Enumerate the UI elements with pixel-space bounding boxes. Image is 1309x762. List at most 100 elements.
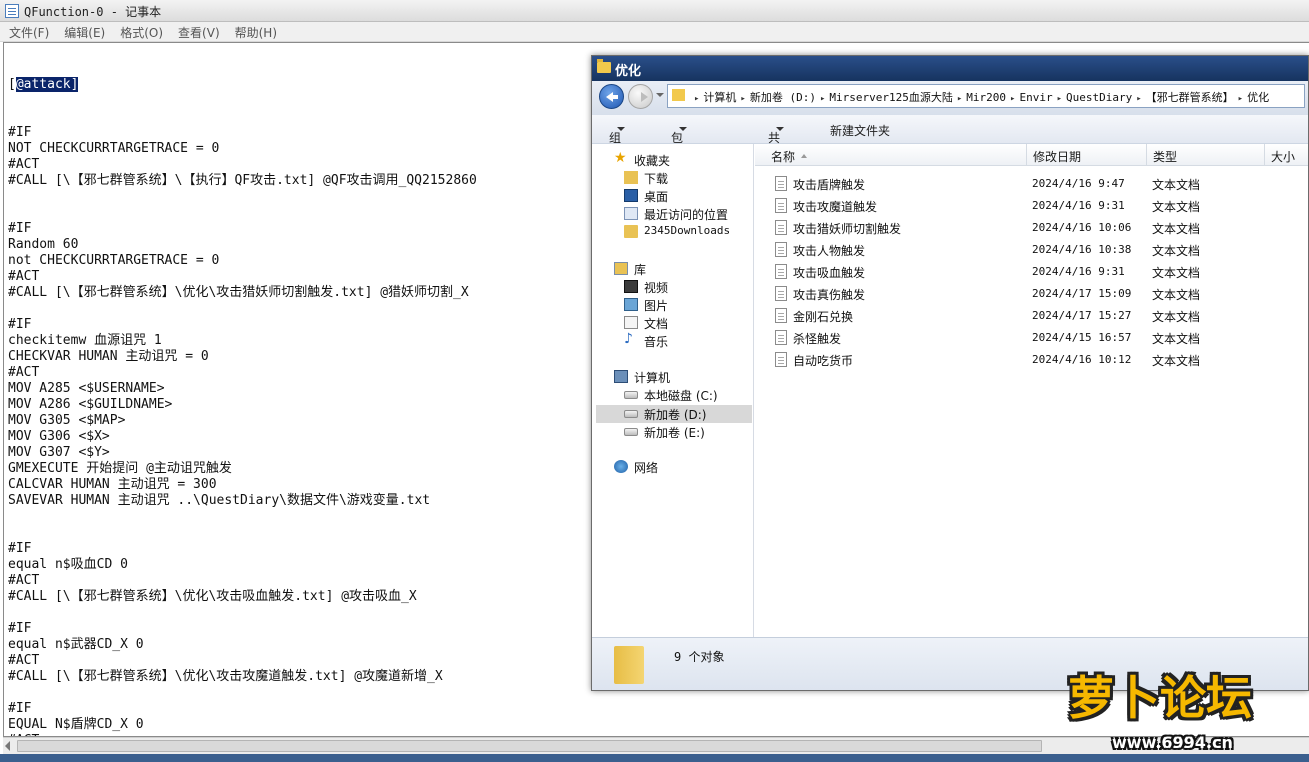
breadcrumb-separator-icon[interactable]: ▸ [953, 94, 966, 104]
breadcrumb-item[interactable]: 新加卷 (D:) [750, 91, 816, 104]
breadcrumb-separator-icon[interactable]: ▸ [1053, 94, 1066, 104]
include-library-button[interactable]: 包含到库中 [671, 122, 687, 213]
file-row[interactable]: 攻击真伤触发 2024/4/17 15:09 文本文档 [755, 284, 1308, 304]
network-icon [614, 460, 628, 473]
file-row[interactable]: 攻击吸血触发 2024/4/16 9:31 文本文档 [755, 262, 1308, 282]
text-line: NOT CHECKCURRTARGETRACE = 0 [8, 141, 220, 156]
text-line: SAVEVAR HUMAN 主动诅咒 ..\QuestDiary\数据文件\游戏… [8, 493, 431, 508]
text-line [8, 605, 477, 621]
file-row[interactable]: 金刚石兑换 2024/4/17 15:27 文本文档 [755, 306, 1308, 326]
menu-view[interactable]: 查看(V) [169, 22, 226, 41]
text-file-icon [775, 264, 787, 279]
file-list-header: 名称 修改日期 类型 大小 [755, 144, 1308, 166]
menu-format[interactable]: 格式(O) [111, 22, 169, 41]
file-row[interactable]: 杀怪触发 2024/4/15 16:57 文本文档 [755, 328, 1308, 348]
breadcrumb-separator-icon[interactable]: ▸ [736, 94, 749, 104]
organize-button[interactable]: 组织 [609, 122, 625, 162]
breadcrumb-item[interactable]: 优化 [1247, 91, 1269, 104]
file-name: 攻击猎妖师切割触发 [793, 222, 902, 236]
menu-file[interactable]: 文件(F) [0, 22, 55, 41]
text-line: MOV G305 <$MAP> [8, 413, 126, 428]
file-name: 攻击吸血触发 [793, 266, 866, 280]
file-type: 文本文档 [1152, 354, 1201, 368]
menu-help[interactable]: 帮助(H) [226, 22, 283, 41]
scrollbar-thumb[interactable] [17, 740, 1042, 752]
explorer-window: 优化 ▸ 计算机 ▸ 新加卷 (D:) ▸ Mirserver125血源大陆 ▸ Mir200… [591, 55, 1309, 691]
text-line: EQUAL N$盾牌CD_X 0 [8, 717, 144, 732]
explorer-title-bar[interactable]: 优化 [592, 56, 1308, 81]
file-date: 2024/4/17 15:09 [1032, 287, 1132, 300]
file-type: 文本文档 [1152, 222, 1201, 236]
breadcrumb-item[interactable]: Mirserver125血源大陆 [829, 91, 952, 104]
breadcrumb-separator-icon[interactable]: ▸ [1006, 94, 1019, 104]
text-file-icon [775, 176, 787, 191]
breadcrumb-separator-icon[interactable]: ▸ [690, 94, 703, 104]
library-icon [614, 262, 628, 275]
text-file-icon [775, 242, 787, 257]
sort-ascending-icon [801, 154, 808, 158]
star-icon: ★ [614, 150, 627, 166]
text-line: CALCVAR HUMAN 主动诅咒 = 300 [8, 477, 217, 492]
new-folder-button[interactable]: 新建文件夹 [830, 122, 890, 139]
column-name[interactable]: 名称 [755, 144, 1027, 166]
text-file-icon [775, 352, 787, 367]
download-folder-icon [624, 171, 638, 184]
breadcrumb-separator-icon[interactable]: ▸ [1132, 94, 1145, 104]
file-row[interactable]: 攻击盾牌触发 2024/4/16 9:47 文本文档 [755, 174, 1308, 194]
breadcrumb-separator-icon[interactable]: ▸ [1234, 94, 1247, 104]
file-row[interactable]: 自动吃货币 2024/4/16 10:12 文本文档 [755, 350, 1308, 370]
text-line: #IF [8, 317, 32, 332]
recent-pages-dropdown-icon[interactable] [656, 93, 664, 97]
notepad-title-bar[interactable]: QFunction-0 - 记事本 [0, 0, 1309, 22]
text-line: #ACT [8, 573, 40, 588]
breadcrumb-item[interactable]: 计算机 [703, 91, 736, 104]
forward-button[interactable] [628, 84, 653, 109]
file-name: 杀怪触发 [793, 332, 842, 346]
text-line: #IF [8, 125, 32, 140]
documents-icon [624, 316, 638, 329]
item-count: 9 个对象 [674, 650, 725, 664]
file-type: 文本文档 [1152, 200, 1201, 214]
breadcrumb-item[interactable]: QuestDiary [1066, 91, 1132, 104]
text-line: MOV G306 <$X> [8, 429, 110, 444]
pictures-icon [624, 298, 638, 311]
column-date[interactable]: 修改日期 [1027, 144, 1147, 166]
folder-icon [597, 59, 611, 73]
breadcrumb-item[interactable]: Envir [1019, 91, 1052, 104]
share-button[interactable]: 共享 [768, 122, 784, 162]
watermark-url: www.6994.cn [1112, 733, 1233, 752]
text-line [8, 509, 477, 525]
explorer-title: 优化 [615, 64, 642, 79]
file-row[interactable]: 攻击攻魔道触发 2024/4/16 9:31 文本文档 [755, 196, 1308, 216]
file-name: 金刚石兑换 [793, 310, 854, 324]
command-bar: 组织 包含到库中 共享 新建文件夹 [592, 115, 1308, 213]
file-date: 2024/4/15 16:57 [1032, 331, 1132, 344]
breadcrumb-separator-icon[interactable]: ▸ [816, 94, 829, 104]
file-row[interactable]: 攻击人物触发 2024/4/16 10:38 文本文档 [755, 240, 1308, 260]
breadcrumb-item[interactable]: 【邪七群管系统】 [1146, 91, 1234, 104]
file-type: 文本文档 [1152, 178, 1201, 192]
address-bar[interactable]: ▸ 计算机 ▸ 新加卷 (D:) ▸ Mirserver125血源大陆 ▸ Mir200 ▸ En… [667, 84, 1305, 108]
scroll-left-icon[interactable] [5, 741, 10, 751]
text-line: Random 60 [8, 237, 79, 252]
notepad-content[interactable]: [@attack] #IF NOT CHECKCURRTARGETRACE = 0… [8, 45, 477, 736]
file-row[interactable]: 攻击猎妖师切割触发 2024/4/16 10:06 文本文档 [755, 218, 1308, 238]
text-line-first: [@attack] [8, 77, 79, 92]
column-size[interactable]: 大小 [1265, 144, 1308, 166]
text-line: #IF [8, 621, 32, 636]
watermark-logo-text: 萝卜论坛 [1068, 671, 1252, 725]
breadcrumb-item[interactable]: Mir200 [966, 91, 1006, 104]
menu-edit[interactable]: 编辑(E) [55, 22, 111, 41]
text-line: #CALL [\【邪七群管系统】\【执行】QF攻击.txt] @QF攻击调用_Q… [8, 173, 477, 188]
notepad-menu-bar: 文件(F) 编辑(E) 格式(O) 查看(V) 帮助(H) [0, 22, 1309, 42]
text-line: #CALL [\【邪七群管系统】\优化\攻击猎妖师切割触发.txt] @猎妖师切… [8, 285, 469, 300]
column-type[interactable]: 类型 [1147, 144, 1265, 166]
file-date: 2024/4/16 10:38 [1032, 243, 1132, 256]
back-button[interactable] [599, 84, 624, 109]
text-line: #ACT [8, 269, 40, 284]
text-file-icon [775, 220, 787, 235]
text-line: checkitemw 血源诅咒 1 [8, 333, 162, 348]
file-name: 攻击真伤触发 [793, 288, 866, 302]
text-line: #IF [8, 701, 32, 716]
folder-icon [672, 89, 685, 101]
